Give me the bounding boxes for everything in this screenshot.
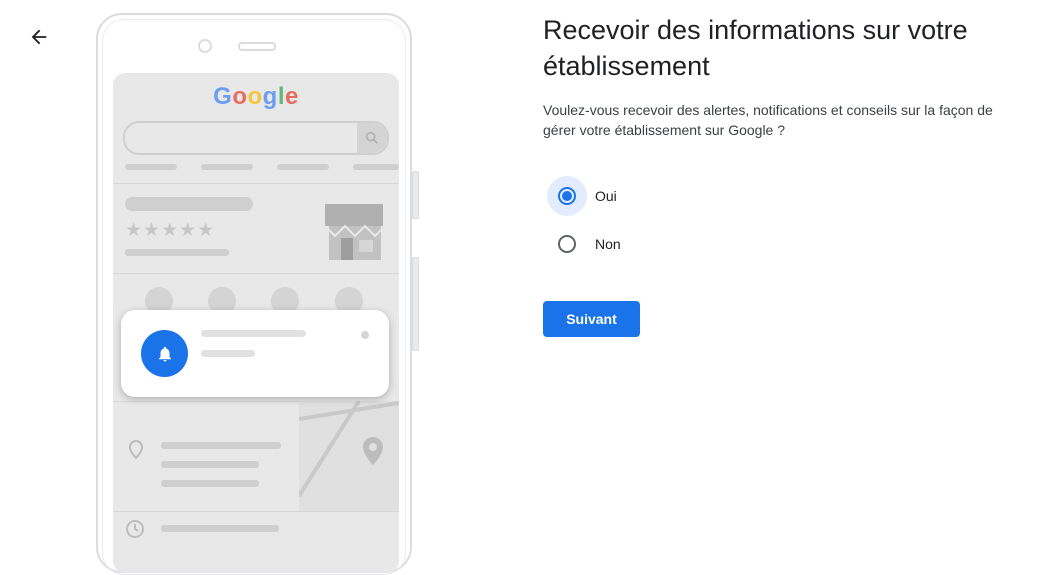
radio-label-oui: Oui [595, 188, 617, 204]
bell-icon [141, 330, 188, 377]
radio-button-unchecked[interactable] [558, 235, 576, 253]
radio-label-non: Non [595, 236, 621, 252]
google-logo-letter: o [247, 83, 263, 110]
radio-halo [547, 176, 587, 216]
rating-stars: ★★★★★ [125, 220, 216, 241]
notification-dot [361, 331, 369, 339]
placeholder-text [161, 525, 279, 532]
next-button[interactable]: Suivant [543, 301, 640, 337]
storefront-icon [324, 204, 384, 260]
phone-side-button [412, 257, 419, 351]
radio-halo [547, 224, 587, 264]
clock-icon [126, 520, 144, 538]
radio-button-checked[interactable] [558, 187, 576, 205]
placeholder-tab [277, 164, 329, 170]
google-logo-letter: e [285, 83, 299, 110]
placeholder-tab [201, 164, 253, 170]
placeholder-text [125, 249, 229, 256]
back-button[interactable] [24, 22, 54, 52]
placeholder-tab [125, 164, 177, 170]
arrow-back-icon [31, 29, 47, 45]
page-title: Recevoir des informations sur votre étab… [543, 15, 968, 81]
google-logo: Google [113, 83, 399, 111]
radio-option-oui[interactable]: Oui [547, 176, 617, 216]
map-illustration [297, 399, 399, 511]
phone-side-button [412, 171, 419, 219]
radio-dot [562, 191, 572, 201]
page-subtitle: Voulez-vous recevoir des alertes, notifi… [543, 102, 993, 138]
location-pin-icon [128, 440, 144, 460]
google-logo-letter: l [277, 83, 285, 110]
search-icon [357, 123, 387, 153]
google-logo-letter: g [262, 83, 278, 110]
placeholder-text [161, 461, 259, 468]
placeholder-text [201, 350, 255, 357]
phone-camera [198, 39, 212, 53]
placeholder-text [161, 442, 281, 449]
placeholder-business-name [125, 197, 253, 211]
phone-illustration: Google ★★★★★ [96, 13, 419, 575]
divider [113, 273, 399, 274]
search-bar-illustration [123, 121, 389, 155]
google-logo-letter: o [232, 83, 248, 110]
placeholder-text [201, 330, 306, 337]
phone-speaker [238, 42, 276, 51]
radio-option-non[interactable]: Non [547, 224, 621, 264]
divider [113, 511, 399, 512]
notification-card-illustration [121, 310, 389, 397]
google-logo-letter: G [213, 83, 233, 110]
placeholder-text [161, 480, 259, 487]
placeholder-tab [353, 164, 399, 170]
divider [113, 183, 399, 184]
